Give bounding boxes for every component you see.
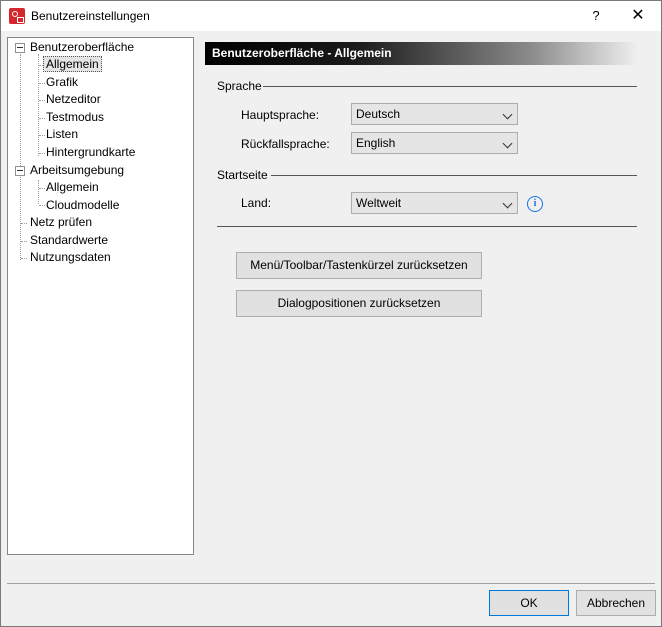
rueckfallsprache-label: Rückfallsprache: [241,137,330,151]
app-icon [9,8,25,24]
footer-divider [7,583,655,584]
tree-item-hintergrundkarte[interactable]: Hintergrundkarte [43,144,138,161]
panel-header: Benutzeroberfläche - Allgemein [205,42,638,65]
cancel-button[interactable]: Abbrechen [576,590,656,616]
collapse-icon[interactable] [15,43,25,53]
chevron-down-icon [502,109,513,120]
tree-item-allgemein-env[interactable]: Allgemein [43,179,102,196]
reset-dialog-positions-button[interactable]: Dialogpositionen zurücksetzen [236,290,482,317]
land-select[interactable]: Weltweit [351,192,518,214]
tree-item-testmodus[interactable]: Testmodus [43,109,107,126]
tree-item-grafik[interactable]: Grafik [43,74,81,91]
tree-item-netz-pruefen[interactable]: Netz prüfen [27,214,95,231]
section-divider [217,226,637,227]
tree-item-nutzungsdaten[interactable]: Nutzungsdaten [27,249,114,266]
hauptsprache-label: Hauptsprache: [241,108,320,122]
hauptsprache-select[interactable]: Deutsch [351,103,518,125]
reset-menu-toolbar-button[interactable]: Menü/Toolbar/Tastenkürzel zurücksetzen [236,252,482,279]
tree-item-benutzeroberflaeche[interactable]: Benutzeroberfläche [27,39,137,56]
rueckfallsprache-select[interactable]: English [351,132,518,154]
settings-dialog: Benutzereinstellungen ? ✕ Benutzeroberfl… [0,0,662,627]
help-button[interactable]: ? [581,1,611,31]
chevron-down-icon [502,138,513,149]
chevron-down-icon [502,198,513,209]
tree-item-standardwerte[interactable]: Standardwerte [27,232,111,249]
collapse-icon[interactable] [15,166,25,176]
window-title: Benutzereinstellungen [31,9,150,23]
section-divider [263,86,637,87]
tree-item-allgemein-ui[interactable]: Allgemein [43,56,102,73]
info-icon[interactable]: i [527,196,543,212]
settings-tree: Benutzeroberfläche Allgemein Grafik Netz… [7,37,194,555]
tree-item-arbeitsumgebung[interactable]: Arbeitsumgebung [27,162,127,179]
title-bar: Benutzereinstellungen ? ✕ [1,1,661,31]
ok-button[interactable]: OK [489,590,569,616]
section-divider [271,175,637,176]
close-icon[interactable]: ✕ [623,1,653,31]
tree-item-cloudmodelle[interactable]: Cloudmodelle [43,197,122,214]
section-startseite-label: Startseite [217,168,268,182]
land-label: Land: [241,196,272,210]
section-sprache-label: Sprache [217,79,262,93]
tree-item-netzeditor[interactable]: Netzeditor [43,91,104,108]
tree-item-listen[interactable]: Listen [43,126,81,143]
